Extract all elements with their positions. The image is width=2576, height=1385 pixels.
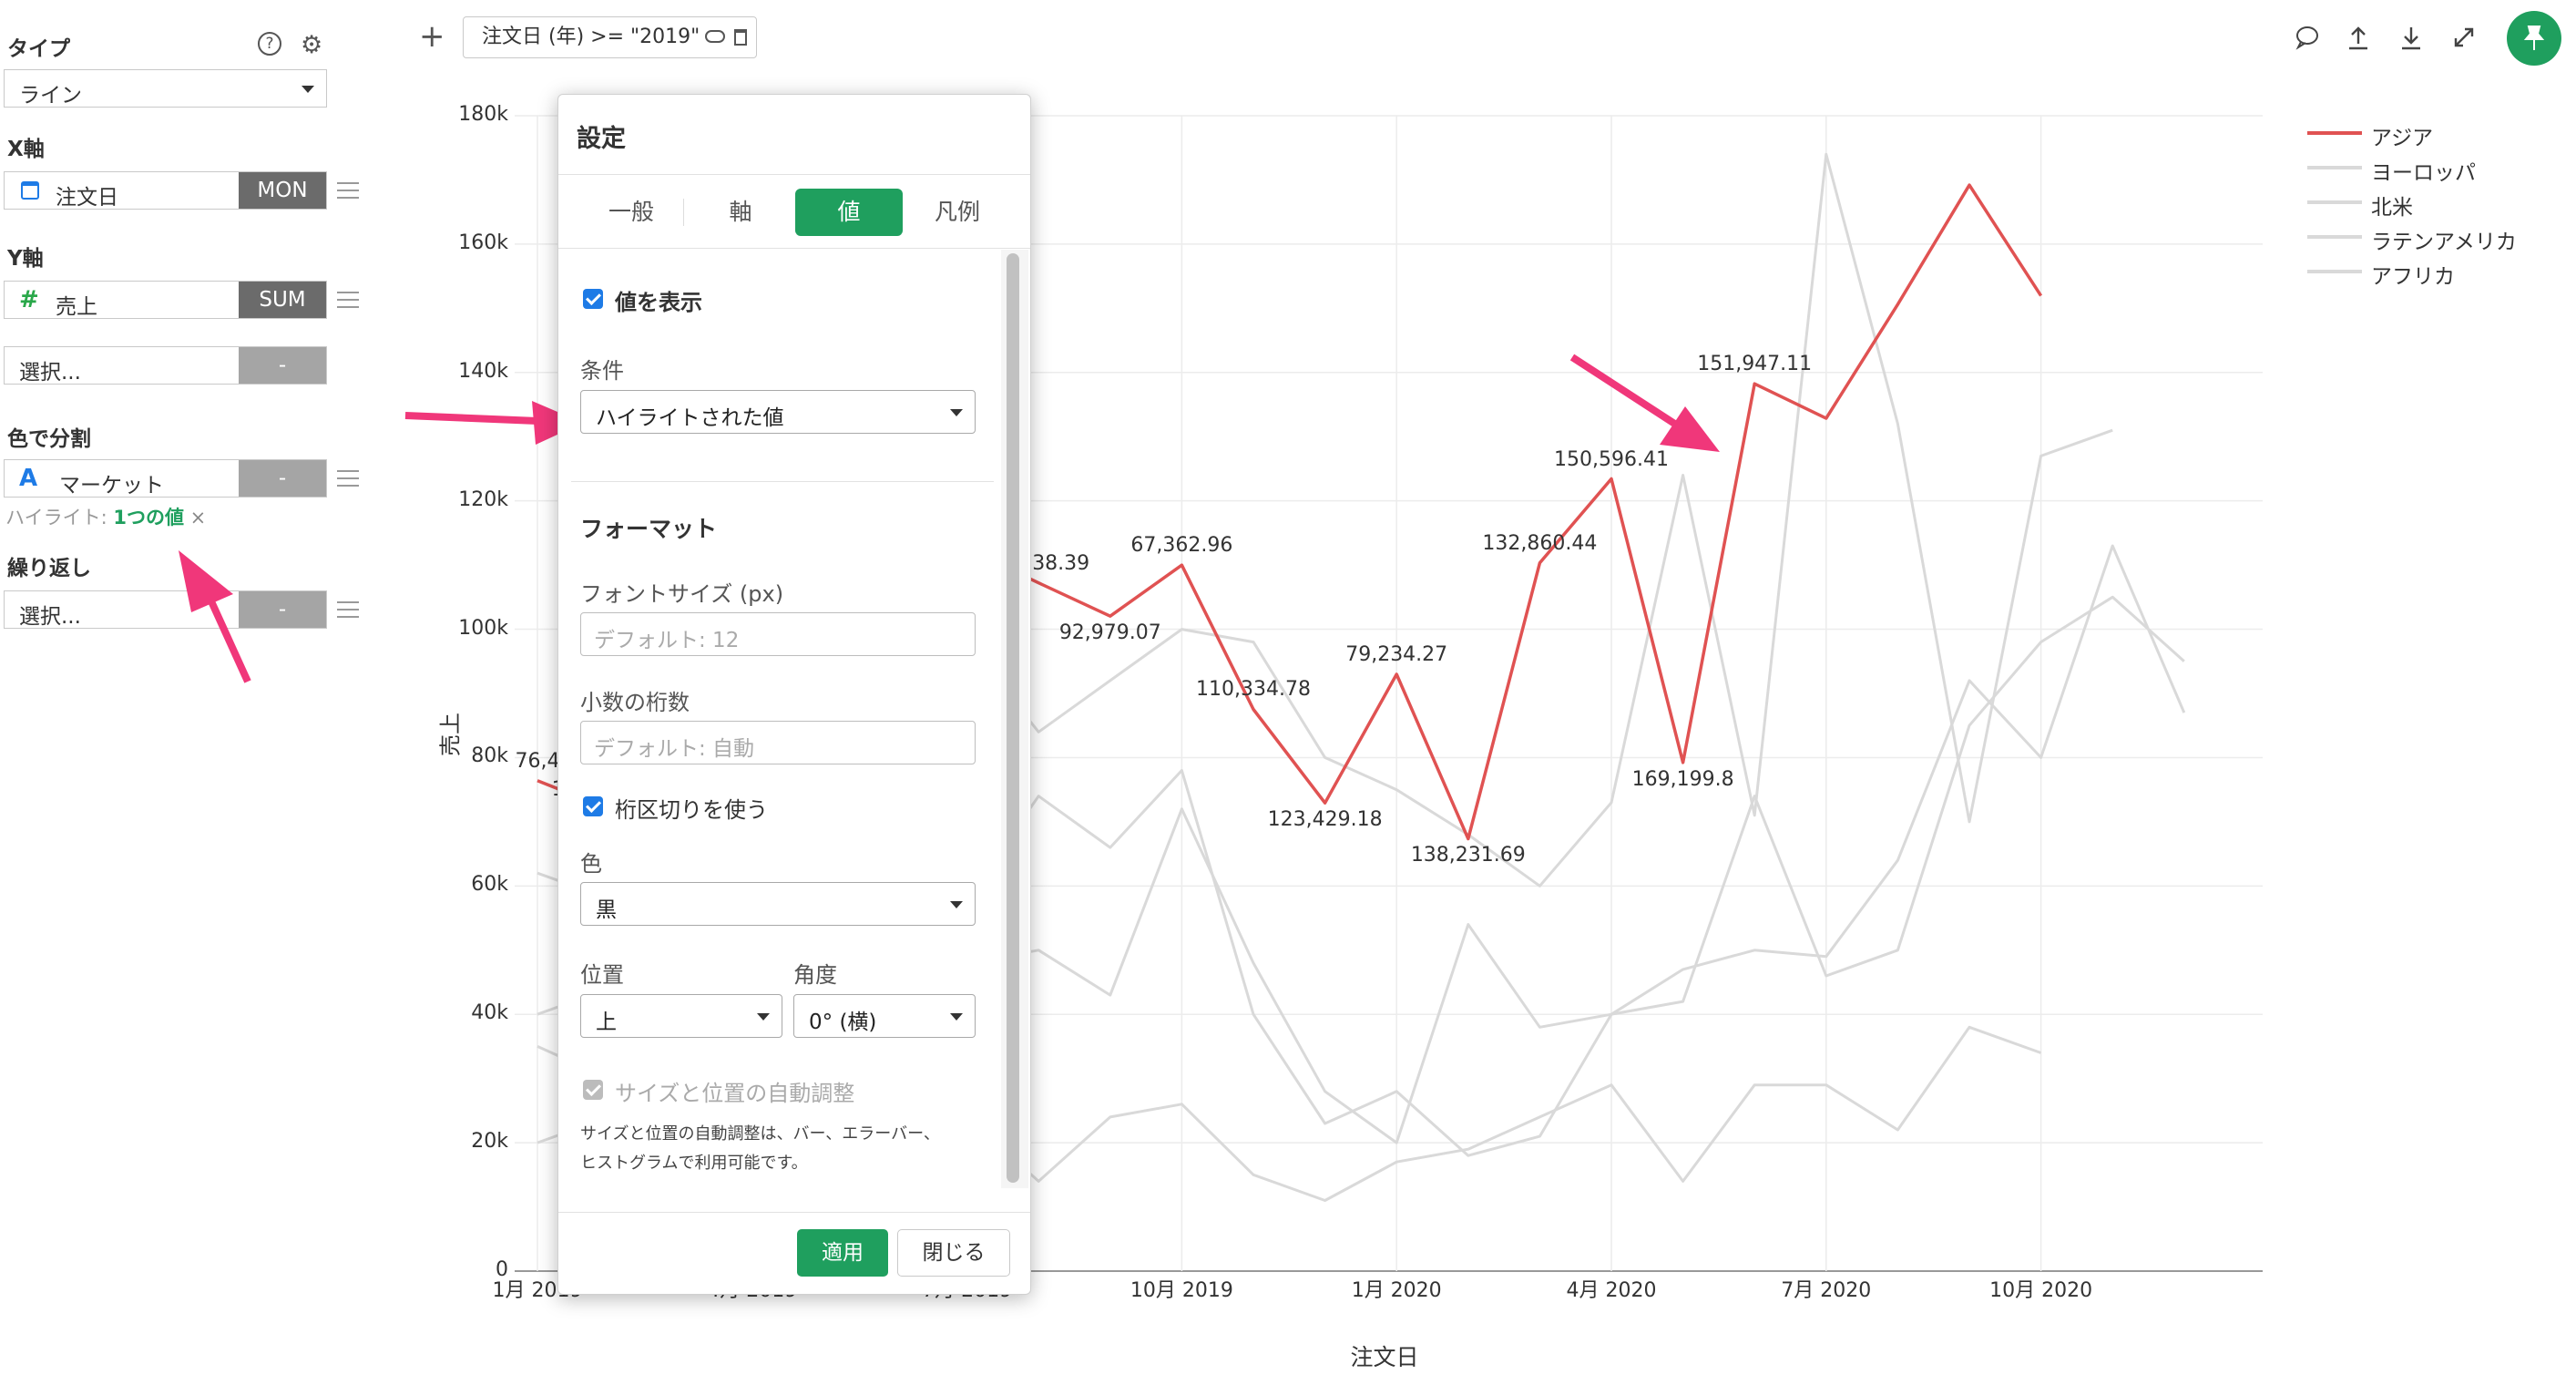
chevron-down-icon	[950, 1013, 963, 1021]
position-select[interactable]: 上	[580, 994, 782, 1038]
condition-value: ハイライトされた値	[596, 406, 784, 430]
close-button[interactable]: 閉じる	[897, 1229, 1010, 1277]
divider	[558, 248, 1030, 249]
chevron-down-icon	[757, 1013, 770, 1021]
angle-select[interactable]: 0° (横)	[793, 994, 976, 1038]
chevron-down-icon	[950, 409, 963, 416]
decimals-placeholder: デフォルト: 自動	[594, 737, 755, 761]
settings-dialog: 設定 一般 軸 値 凡例 値を表示 条件 ハイライトされた値 フォーマット フォ…	[557, 94, 1031, 1295]
data-label: 151,947.11	[1697, 353, 1813, 376]
auto-adjust-note-line-2: ヒストグラムで利用可能です。	[580, 1154, 808, 1173]
legend-item[interactable]: アフリカ	[2371, 259, 2455, 290]
auto-adjust-checkbox[interactable]	[583, 1080, 603, 1100]
divider	[558, 174, 1030, 175]
decimals-input[interactable]: デフォルト: 自動	[580, 721, 976, 764]
font-size-label: フォントサイズ (px)	[580, 581, 784, 607]
tab-legend[interactable]: 凡例	[912, 189, 1003, 236]
legend-swatch	[2307, 131, 2362, 135]
data-label: 123,429.18	[1267, 808, 1383, 832]
data-label: 150,596.41	[1554, 447, 1669, 471]
decimals-label: 小数の桁数	[580, 690, 690, 715]
position-value: 上	[596, 1011, 617, 1034]
font-size-placeholder: デフォルト: 12	[594, 629, 740, 652]
data-label: 76,4	[515, 749, 560, 773]
dialog-title: 設定	[577, 125, 626, 153]
color-label: 色	[580, 851, 602, 877]
data-label: 79,234.27	[1345, 643, 1448, 666]
divider	[558, 1212, 1030, 1213]
angle-label: 角度	[793, 962, 837, 988]
divider	[571, 481, 994, 482]
data-label: 138,231.69	[1410, 844, 1526, 867]
legend-swatch	[2307, 235, 2362, 239]
scrollbar[interactable]	[1007, 253, 1019, 1183]
data-label: 169,199.8	[1631, 767, 1734, 791]
color-select[interactable]: 黒	[580, 882, 976, 926]
legend-item[interactable]: ヨーロッパ	[2371, 155, 2476, 186]
data-label: 110,334.78	[1196, 678, 1311, 702]
legend-item[interactable]: アジア	[2371, 120, 2433, 151]
auto-adjust-note-line-1: サイズと位置の自動調整は、バー、エラーバー、	[580, 1124, 940, 1144]
font-size-input[interactable]: デフォルト: 12	[580, 612, 976, 656]
condition-select[interactable]: ハイライトされた値	[580, 390, 976, 434]
tab-values[interactable]: 値	[795, 189, 903, 236]
legend-item[interactable]: 北米	[2371, 190, 2413, 221]
apply-button[interactable]: 適用	[797, 1229, 888, 1277]
divider	[683, 199, 684, 226]
legend-swatch	[2307, 200, 2362, 204]
show-values-label: 値を表示	[615, 290, 702, 315]
angle-value: 0° (横)	[809, 1011, 877, 1034]
show-values-checkbox[interactable]	[583, 289, 603, 309]
position-label: 位置	[580, 962, 624, 988]
legend-swatch	[2307, 166, 2362, 169]
color-value: 黒	[596, 898, 617, 922]
thousands-separator-checkbox[interactable]	[583, 796, 603, 816]
data-label: 132,860.44	[1482, 531, 1598, 555]
tab-axis[interactable]: 軸	[695, 189, 786, 236]
data-label: 92,979.07	[1058, 621, 1161, 645]
auto-adjust-label: サイズと位置の自動調整	[615, 1081, 855, 1106]
thousands-separator-label: 桁区切りを使う	[615, 797, 768, 823]
legend-item[interactable]: ラテンアメリカ	[2371, 224, 2517, 255]
tab-general[interactable]: 一般	[586, 189, 677, 236]
format-heading: フォーマット	[580, 516, 718, 542]
condition-label: 条件	[580, 358, 624, 384]
legend-swatch	[2307, 270, 2362, 273]
data-label: 67,362.96	[1130, 534, 1233, 558]
chevron-down-icon	[950, 901, 963, 908]
